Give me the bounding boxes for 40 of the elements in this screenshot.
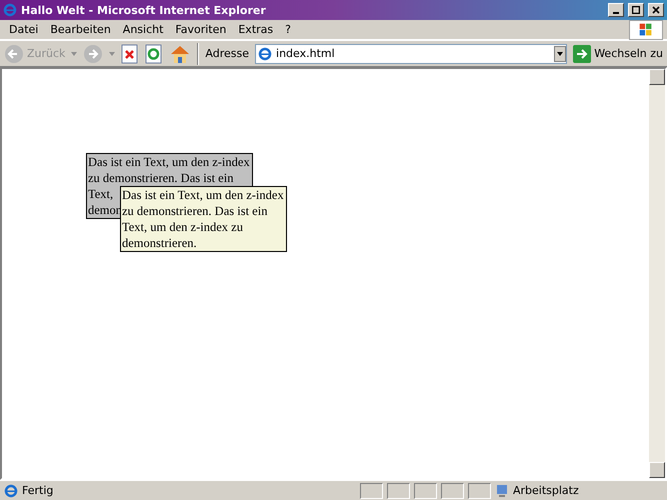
status-pane	[414, 482, 437, 498]
text-line: Das ist ein Text, um den z-index	[88, 154, 250, 170]
menu-item[interactable]: Bearbeiten	[45, 21, 116, 38]
computer-icon	[495, 484, 509, 498]
menu-item[interactable]: Favoriten	[170, 21, 232, 38]
browser-icon	[3, 3, 17, 17]
maximize-icon	[632, 6, 640, 14]
close-icon	[652, 6, 660, 14]
go-button[interactable]: Wechseln zu	[573, 44, 663, 62]
text-line: zu demonstrieren. Das ist ein	[122, 203, 268, 219]
home-icon[interactable]	[169, 44, 192, 64]
text-line: demonstrieren.	[122, 235, 197, 251]
stop-icon[interactable]	[121, 44, 140, 64]
status-pane	[441, 482, 464, 498]
status-text: Fertig	[22, 484, 54, 497]
address-label: Adresse	[205, 47, 250, 60]
text-line: Text,	[88, 186, 114, 202]
menu-item[interactable]: Datei	[4, 21, 44, 38]
close-button[interactable]	[648, 3, 664, 17]
window-title: Hallo Welt - Microsoft Internet Explorer	[21, 4, 267, 16]
text-line: zu demonstrieren. Das ist ein	[88, 170, 234, 186]
refresh-icon[interactable]	[145, 44, 164, 64]
zone-text: Arbeitsplatz	[513, 484, 580, 497]
status-pane	[360, 482, 383, 498]
text-line: Text, um den z-index zu	[122, 219, 243, 235]
page-icon	[4, 484, 18, 498]
caret-icon[interactable]	[109, 52, 116, 56]
maximize-button[interactable]	[628, 3, 644, 17]
minimize-button[interactable]	[608, 3, 624, 17]
menu-item[interactable]: Ansicht	[118, 21, 168, 38]
caret-icon[interactable]	[71, 52, 78, 56]
scrollbar[interactable]	[649, 69, 665, 478]
page-icon	[258, 46, 272, 60]
address-field[interactable]: index.html	[255, 44, 568, 64]
text-line: Das ist ein Text, um den z-index	[122, 187, 284, 203]
menu-item[interactable]: Extras	[233, 21, 278, 38]
menu-item[interactable]: ?	[280, 21, 296, 38]
status-pane	[468, 482, 491, 498]
forward-icon[interactable]	[83, 44, 104, 64]
status-pane	[387, 482, 410, 498]
